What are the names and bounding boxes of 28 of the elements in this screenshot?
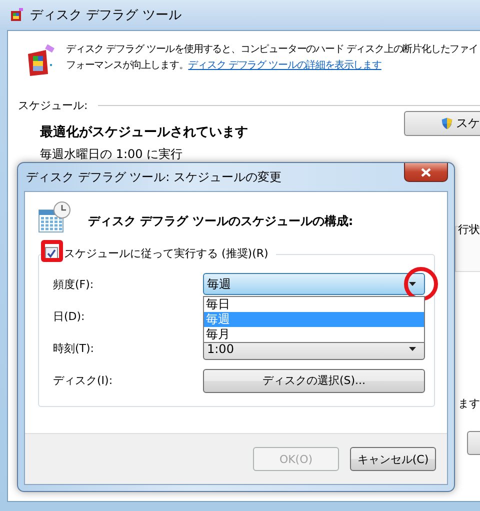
close-button[interactable]	[404, 163, 448, 182]
dialog-title: ディスク デフラグ ツール: スケジュールの変更	[26, 168, 282, 186]
field-label: 日(D):	[53, 309, 86, 324]
caret-icon	[409, 282, 416, 286]
defrag-icon	[10, 8, 24, 22]
field-label: ディスク(I):	[53, 373, 114, 388]
details-link[interactable]: ディスク デフラグ ツールの詳細を表示します	[188, 60, 382, 71]
partial-button[interactable]	[467, 431, 480, 455]
frequency-dropdown[interactable]: 毎週	[203, 273, 425, 295]
schedule-detail: 毎週水曜日の 1:00 に実行	[40, 146, 184, 163]
close-icon	[421, 168, 431, 176]
checkbox-label: スケジュールに従って実行する (推奨)(R)	[64, 246, 268, 261]
select-disks-button[interactable]: ディスクの選択(S)...	[203, 368, 425, 392]
caret-icon	[409, 346, 416, 350]
dialog-heading: ディスク デフラグ ツールのスケジュールの構成:	[88, 212, 354, 230]
description-text: ディスク デフラグ ツールを使用すると、コンピューターのハード ディスク上の断片化したファイ フォーマンスが向上します。ディスク デフラグ ツールの詳細を表示します	[66, 42, 478, 73]
dropdown-option[interactable]: 毎日	[204, 297, 424, 312]
shield-icon	[441, 116, 453, 131]
schedule-status: 最適化がスケジュールされています	[40, 124, 248, 141]
partial-text: 行状	[458, 222, 480, 237]
field-label: 頻度(F):	[53, 277, 95, 292]
configure-schedule-button[interactable]: スケ	[404, 111, 480, 136]
section-label: スケジュール:	[18, 98, 88, 113]
calendar-clock-icon	[38, 200, 72, 234]
window-title: ディスク デフラグ ツール	[30, 7, 182, 24]
field-label: 時刻(T):	[53, 341, 96, 356]
partial-text: ます	[458, 396, 480, 411]
dialog-button[interactable]: キャンセル(C)	[350, 447, 436, 471]
